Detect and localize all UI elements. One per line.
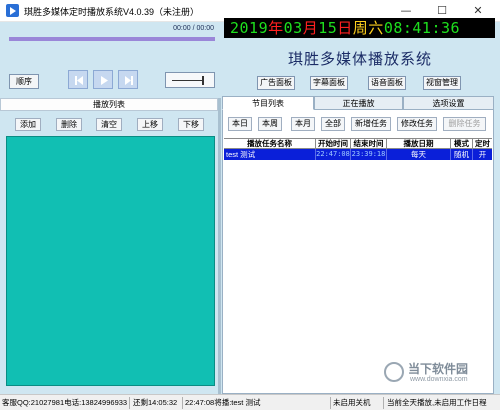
task-name-cell: test 测试	[224, 149, 316, 160]
play-icon	[101, 76, 108, 85]
task-end-cell: 23:39:18	[351, 149, 387, 160]
task-timer-cell: 开	[478, 150, 487, 159]
add-button[interactable]: 添加	[15, 118, 41, 131]
table-row[interactable]: test 测试 22:47:08 23:39:18 每天 随机 开	[224, 149, 492, 160]
subtitle-panel-button[interactable]: 字幕面板	[310, 76, 348, 90]
volume-track	[172, 80, 202, 81]
app-name: 琪胜多媒体播放系统	[288, 50, 433, 68]
status-current-task: 22:47:08将播:test 测试	[183, 397, 331, 409]
column-header-end[interactable]: 结束时间	[351, 139, 387, 149]
status-shutdown: 未启用关机	[331, 397, 384, 409]
window-title: 琪胜多媒体定时播放系统V4.0.39（未注册）	[24, 7, 200, 17]
task-mode-cell: 随机	[451, 149, 473, 160]
clock-weekday: 周六	[352, 19, 384, 37]
play-time-label: 00:00 / 00:00	[173, 25, 214, 32]
filter-week-button[interactable]: 本周	[258, 117, 282, 131]
tab-program-list[interactable]: 节目列表	[222, 96, 314, 110]
clock-day: 15	[318, 19, 338, 37]
delete-task-button[interactable]: 删除任务	[443, 117, 486, 131]
ad-panel-button[interactable]: 广告面板	[257, 76, 295, 90]
tab-now-playing[interactable]: 正在播放	[314, 96, 403, 110]
column-header-name[interactable]: 播放任务名称	[224, 139, 316, 149]
progress-bar[interactable]	[9, 37, 215, 41]
previous-icon	[75, 76, 83, 85]
delete-button[interactable]: 删除	[56, 118, 82, 131]
app-logo-icon	[6, 4, 19, 17]
order-mode-button[interactable]: 顺序	[9, 74, 39, 89]
next-button[interactable]	[118, 70, 138, 89]
volume-thumb[interactable]	[202, 76, 204, 85]
move-up-button[interactable]: 上移	[137, 118, 163, 131]
clear-button[interactable]: 清空	[96, 118, 122, 131]
status-countdown: 还剩14:05:32	[131, 397, 183, 409]
edit-task-button[interactable]: 修改任务	[397, 117, 437, 131]
clock-year-unit: 年	[268, 19, 284, 37]
playlist-box[interactable]	[6, 136, 215, 386]
column-header-start[interactable]: 开始时间	[316, 139, 351, 149]
task-start-cell: 22:47:08	[316, 149, 351, 160]
move-down-button[interactable]: 下移	[178, 118, 204, 131]
clock-month-unit: 月	[302, 19, 319, 37]
status-schedule: 当前全天播放,未启用工作日程	[387, 398, 487, 407]
filter-today-button[interactable]: 本日	[228, 117, 252, 131]
task-date-cell: 每天	[387, 149, 451, 160]
next-icon	[125, 76, 133, 85]
watermark-logo-icon	[384, 362, 404, 382]
volume-slider[interactable]	[165, 72, 215, 88]
tab-options[interactable]: 选项设置	[403, 96, 494, 110]
panel-splitter[interactable]	[218, 98, 221, 394]
new-task-button[interactable]: 新增任务	[351, 117, 391, 131]
column-header-mode[interactable]: 模式	[451, 139, 473, 149]
filter-month-button[interactable]: 本月	[291, 117, 315, 131]
column-header-date[interactable]: 播放日期	[387, 139, 451, 149]
voice-panel-button[interactable]: 语音面板	[368, 76, 406, 90]
watermark-name: 当下软件园	[408, 362, 469, 376]
play-button[interactable]	[93, 70, 113, 89]
task-table-header: 播放任务名称 开始时间 结束时间 播放日期 模式 定时	[224, 138, 492, 149]
column-header-timer[interactable]: 定时	[473, 139, 492, 149]
clock-month: 03	[283, 19, 303, 37]
digital-clock: 2019年03月15日周六08:41:36	[224, 18, 495, 38]
clock-time: 08:41:36	[383, 19, 461, 37]
watermark-url: www.downxia.com	[410, 376, 468, 383]
playlist-header: 播放列表	[0, 98, 218, 111]
status-bar: 客服QQ:21027981电话:13824996933 还剩14:05:32 2…	[0, 394, 500, 410]
status-contact: 客服QQ:21027981电话:13824996933	[0, 397, 130, 409]
window-manager-button[interactable]: 视窗管理	[423, 76, 461, 90]
clock-year: 2019	[230, 19, 269, 37]
clock-day-unit: 日	[337, 19, 353, 37]
previous-button[interactable]	[68, 70, 88, 89]
filter-all-button[interactable]: 全部	[321, 117, 345, 131]
